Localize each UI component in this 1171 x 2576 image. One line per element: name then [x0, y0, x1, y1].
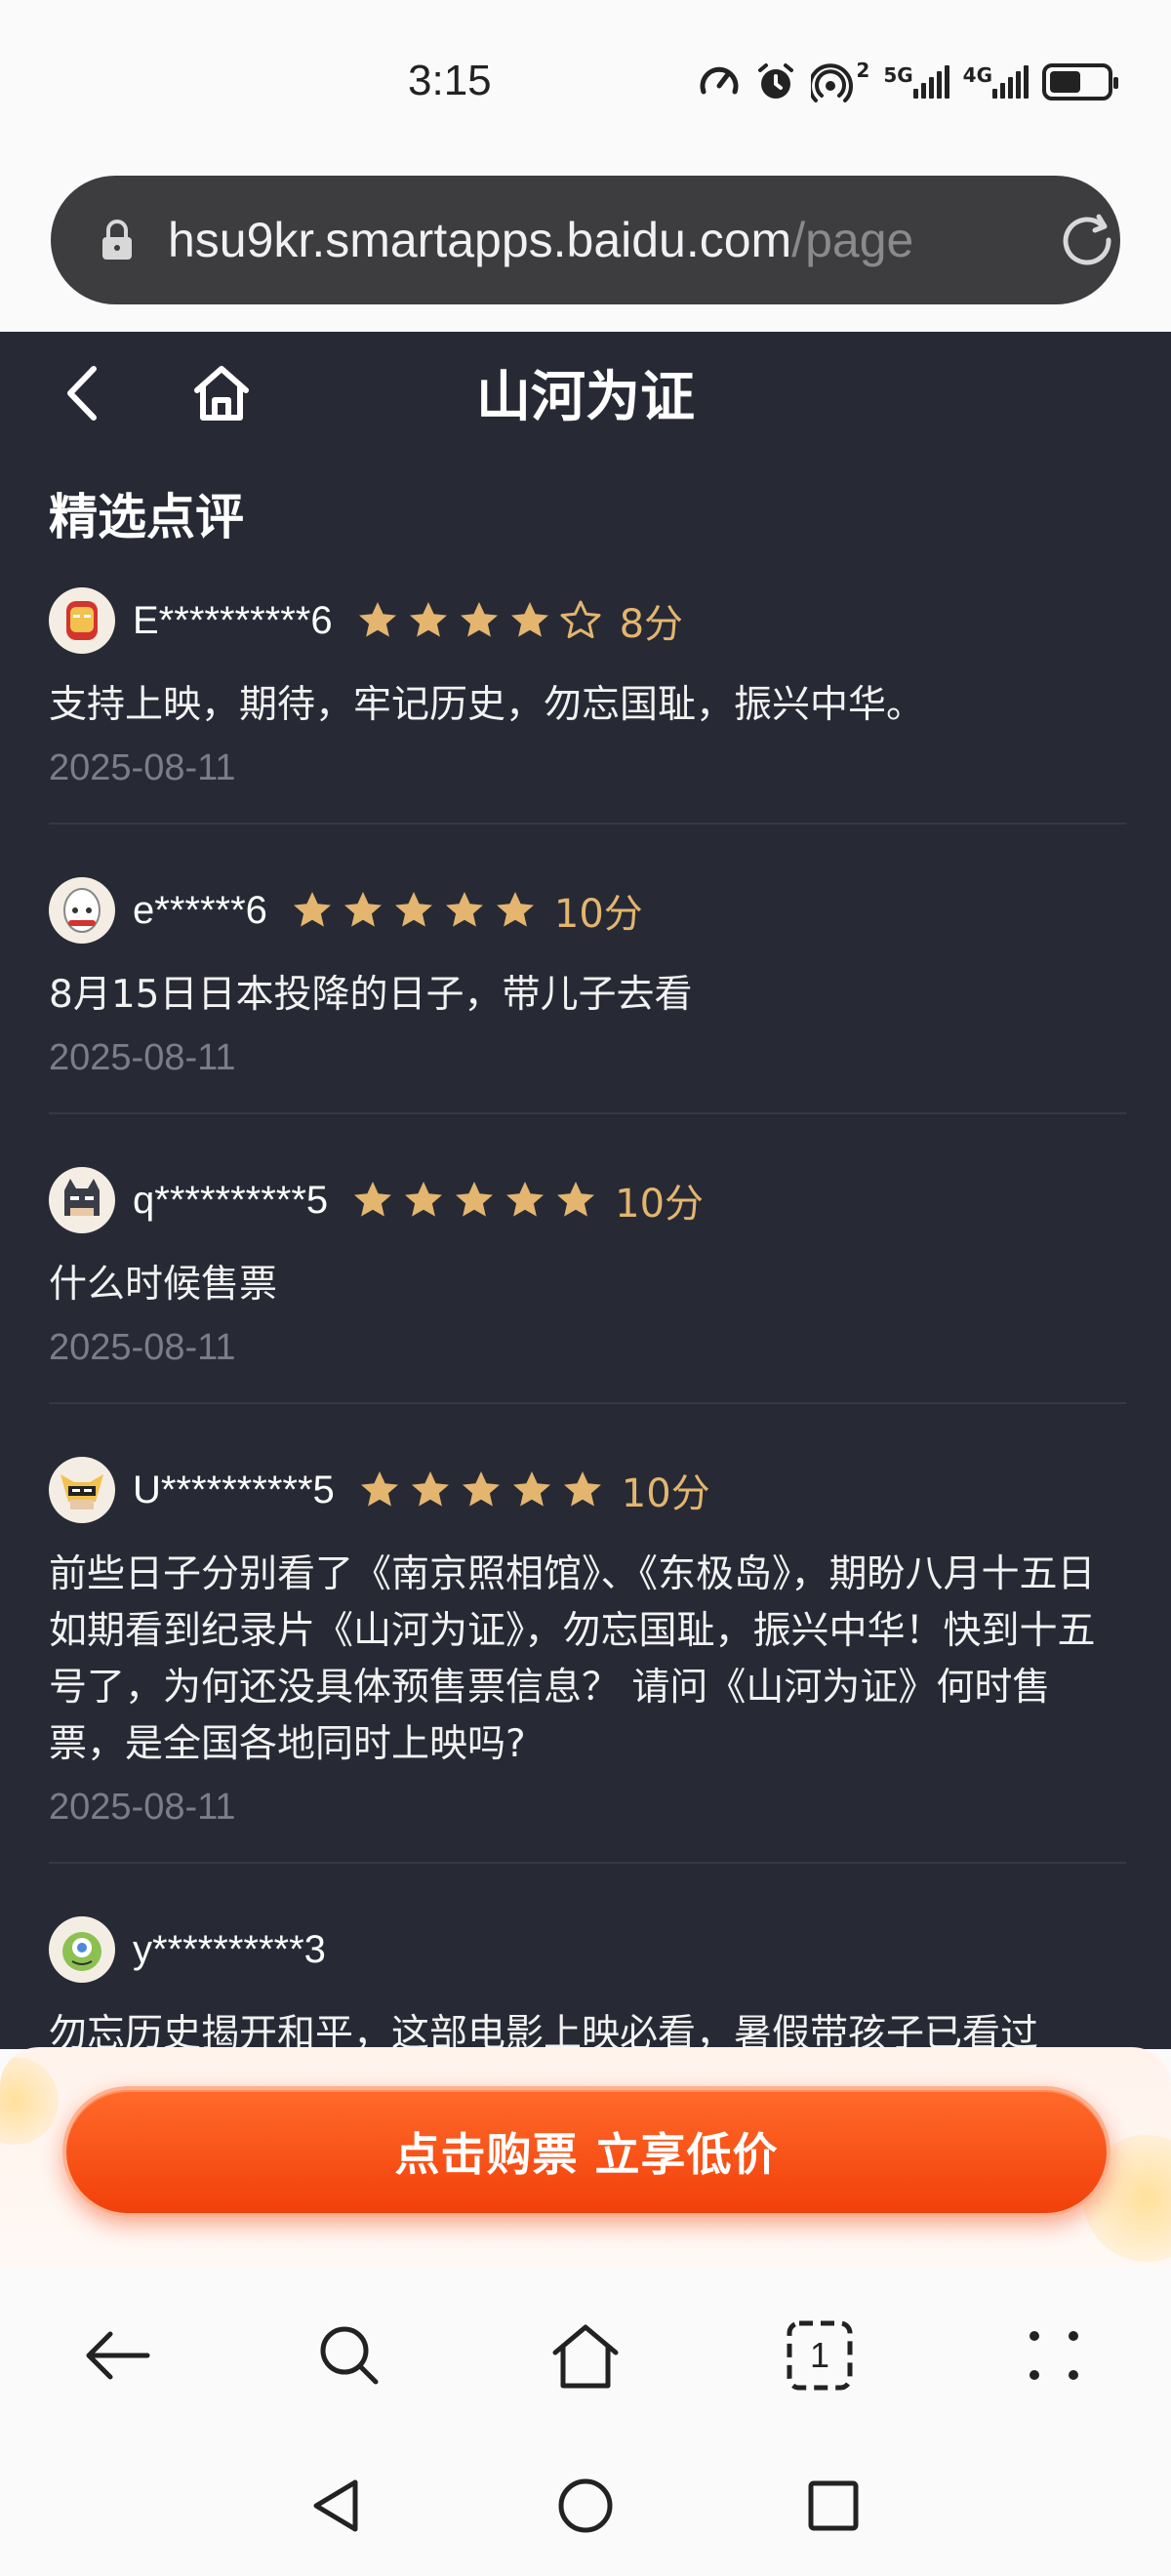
- decoration: [0, 2057, 59, 2145]
- review-score: 10分: [621, 1471, 710, 1516]
- review-username: E**********6: [133, 598, 333, 642]
- sim2-label: 4G: [962, 63, 992, 87]
- review-list: E**********6 8分支持上映，期待，牢记历史，勿忘国耻，振兴中华。 202…: [49, 585, 1126, 2049]
- review-header: q**********5 10分: [49, 1165, 1126, 1235]
- review-score: 10分: [615, 1182, 705, 1227]
- review-username: q**********5: [133, 1178, 329, 1222]
- star-filled-icon: [445, 892, 483, 927]
- wolverine-avatar: [49, 1457, 115, 1523]
- back-arrow-icon[interactable]: [78, 2316, 156, 2395]
- review-text: 支持上映，期待，牢记历史，勿忘国耻，振兴中华。: [49, 683, 925, 727]
- system-navigation: [0, 2445, 1171, 2576]
- nav-back-icon[interactable]: [304, 2475, 367, 2537]
- page-title: 山河为证: [476, 366, 695, 429]
- star-filled-icon: [409, 602, 447, 637]
- tab-count: 1: [809, 2335, 830, 2375]
- more-icon[interactable]: [1015, 2316, 1093, 2395]
- review-username: y**********3: [133, 1927, 326, 1971]
- battery-icon: [1042, 63, 1118, 101]
- search-icon[interactable]: [310, 2316, 388, 2395]
- url-fade: [958, 195, 1027, 285]
- ironman-avatar: [49, 587, 115, 654]
- url-text[interactable]: hsu9kr.smartapps.baidu.com/page: [168, 205, 1017, 275]
- rating-stars: [358, 1469, 604, 1511]
- review-text: 前些日子分别看了《南京照相馆》、《东极岛》，期盼八月十五日如期看到纪录片《山河为…: [49, 1552, 1096, 1766]
- review-header: e******6 10分: [49, 875, 1126, 946]
- nav-recents-icon[interactable]: [802, 2475, 865, 2537]
- home-icon[interactable]: [546, 2316, 625, 2395]
- status-icons: 2 5G 4G: [698, 60, 1118, 103]
- review-score: 8分: [619, 602, 684, 647]
- star-filled-icon: [394, 892, 432, 927]
- star-filled-icon: [456, 1182, 494, 1217]
- star-filled-icon: [343, 892, 382, 927]
- signal-icon: 5G: [883, 65, 949, 99]
- review-date: 2025-08-11: [49, 747, 236, 788]
- buy-ticket-label: 点击购票 立享低价: [394, 2128, 779, 2181]
- robot-avatar: [49, 877, 115, 944]
- star-filled-icon: [460, 602, 498, 637]
- star-filled-icon: [358, 602, 396, 637]
- status-time: 3:15: [408, 57, 492, 104]
- buy-ticket-button[interactable]: 点击购票 立享低价: [62, 2086, 1110, 2217]
- review-item: q**********5 10分什么时候售票 2025-08-11: [49, 1165, 1126, 1404]
- section-title: 精选点评: [49, 489, 244, 545]
- browser-toolbar: 1: [0, 2268, 1171, 2445]
- review-item: U**********5 10分前些日子分别看了《南京照相馆》、《东极岛》，期盼八…: [49, 1455, 1126, 1864]
- review-item: E**********6 8分支持上映，期待，牢记历史，勿忘国耻，振兴中华。 202…: [49, 585, 1126, 825]
- review-date: 2025-08-11: [49, 1327, 236, 1368]
- rating-stars: [351, 1179, 597, 1222]
- star-filled-icon: [293, 892, 331, 927]
- review-item: y**********3 勿忘历史揭开和平，这部电影上映必看，暑假带孩子已看过: [49, 1914, 1126, 2049]
- star-filled-icon: [510, 602, 548, 637]
- review-username: U**********5: [133, 1468, 335, 1511]
- reload-icon[interactable]: [1056, 211, 1120, 275]
- rating-stars: [356, 599, 602, 642]
- nav-home-icon[interactable]: [554, 2475, 617, 2537]
- review-header: U**********5 10分: [49, 1455, 1126, 1525]
- star-filled-icon: [563, 1471, 601, 1507]
- review-header: y**********3: [49, 1914, 1126, 1985]
- status-bar: 3:15 2 5G 4G: [0, 0, 1171, 166]
- hotspot-count: 2: [856, 59, 870, 82]
- star-filled-icon: [405, 1182, 443, 1217]
- tabs-icon[interactable]: 1: [781, 2316, 859, 2395]
- review-text: 勿忘历史揭开和平，这部电影上映必看，暑假带孩子已看过: [49, 2012, 1039, 2049]
- star-filled-icon: [462, 1471, 500, 1507]
- signal-icon: 4G: [963, 65, 1029, 99]
- batman-avatar: [49, 1167, 115, 1233]
- star-filled-icon: [360, 1471, 398, 1507]
- star-filled-icon: [411, 1471, 449, 1507]
- sim1-label: 5G: [883, 63, 913, 87]
- review-date: 2025-08-11: [49, 1787, 236, 1828]
- review-score: 10分: [553, 892, 643, 937]
- url-path: /page: [791, 213, 914, 267]
- review-text: 8月15日日本投降的日子，带儿子去看: [49, 973, 693, 1017]
- lock-icon: [102, 220, 132, 260]
- star-empty-icon: [560, 600, 601, 639]
- rating-stars: [291, 889, 537, 932]
- star-filled-icon: [557, 1182, 595, 1217]
- url-domain: hsu9kr.smartapps.baidu.com: [168, 213, 792, 267]
- content-area: 山河为证 精选点评 E**********6 8分支持上映，期待，牢记历史，勿忘国…: [0, 332, 1171, 2049]
- speed-icon: [698, 60, 741, 103]
- review-item: e******6 10分 8月15日日本投降的日子，带儿子去看 2025-08-11: [49, 875, 1126, 1114]
- review-text: 什么时候售票: [49, 1263, 278, 1307]
- review-date: 2025-08-11: [49, 1037, 236, 1078]
- review-username: e******6: [133, 888, 267, 932]
- star-filled-icon: [354, 1182, 392, 1217]
- review-header: E**********6 8分: [49, 585, 1126, 656]
- star-filled-icon: [496, 892, 534, 927]
- star-filled-icon: [506, 1182, 545, 1217]
- star-filled-icon: [512, 1471, 550, 1507]
- buy-panel: 点击购票 立享低价: [0, 2047, 1171, 2268]
- hotspot-icon: 2: [811, 60, 869, 103]
- alarm-icon: [754, 60, 797, 103]
- battery-level: [1050, 71, 1080, 93]
- url-bar[interactable]: hsu9kr.smartapps.baidu.com/page: [51, 176, 1120, 304]
- monster-avatar: [49, 1916, 115, 1983]
